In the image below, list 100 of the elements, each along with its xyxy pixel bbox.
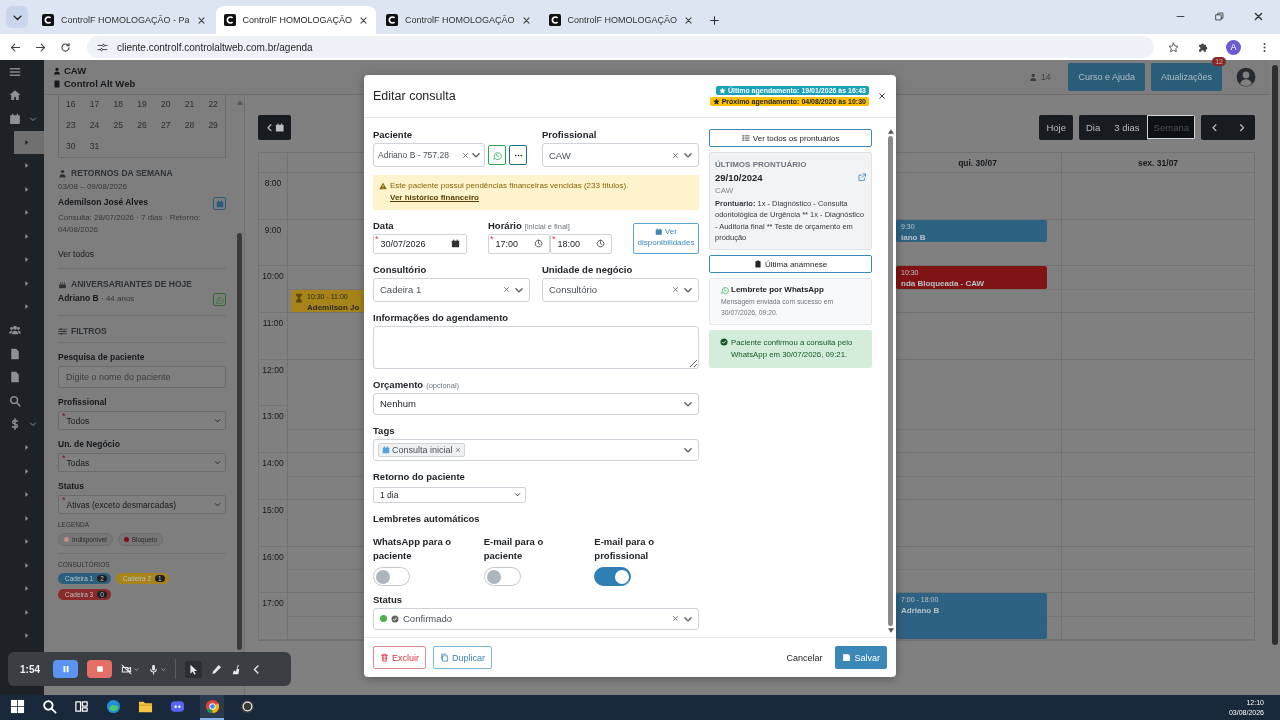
delete-button[interactable]: Excluir bbox=[373, 646, 426, 669]
calendar-day[interactable]: 17 bbox=[82, 99, 107, 109]
time-field[interactable]: * 18:00 bbox=[550, 233, 612, 254]
remove-icon[interactable] bbox=[454, 446, 461, 453]
select-field[interactable]: *Todos bbox=[58, 411, 226, 431]
select-field[interactable]: CAW bbox=[542, 143, 699, 167]
toggle-switch[interactable] bbox=[594, 566, 632, 586]
more-button[interactable] bbox=[509, 145, 527, 165]
view-button[interactable]: Dia bbox=[1079, 115, 1108, 140]
close-icon[interactable] bbox=[521, 15, 531, 25]
calendar-day[interactable]: 19 bbox=[130, 99, 154, 109]
site-settings-icon[interactable] bbox=[97, 41, 108, 53]
browser-tab[interactable]: ControlF HOMOLOGAÇÃO - Pa bbox=[34, 6, 214, 34]
select-field[interactable]: Adriano B - 757.28 bbox=[373, 143, 485, 167]
profile-avatar[interactable]: A bbox=[1226, 39, 1241, 55]
notes-field[interactable] bbox=[373, 325, 699, 369]
external-link-icon[interactable] bbox=[857, 173, 867, 182]
today-button[interactable]: Hoje bbox=[1039, 115, 1073, 140]
calendar-day[interactable]: 23 bbox=[59, 120, 83, 130]
previous-button[interactable] bbox=[1201, 115, 1228, 140]
restore-icon[interactable] bbox=[1214, 11, 1225, 22]
calendar-day[interactable]: 21 bbox=[177, 99, 202, 109]
close-icon[interactable] bbox=[196, 15, 206, 25]
select-field[interactable]: *Ativas (exceto desmarcadas) bbox=[58, 495, 226, 515]
microphone-icon[interactable] bbox=[148, 663, 159, 675]
new-tab-icon[interactable] bbox=[709, 15, 721, 26]
clear-icon[interactable] bbox=[672, 615, 679, 623]
browser-tab[interactable]: ControlF HOMOLOGAÇÃO bbox=[215, 6, 377, 34]
tags-field[interactable]: Consulta inicial bbox=[373, 438, 699, 461]
calendar-day[interactable]: 29 bbox=[201, 120, 225, 130]
calendar-day[interactable]: 27 bbox=[153, 120, 178, 130]
date-field[interactable]: * 30/07/2026 bbox=[373, 233, 467, 254]
broom-icon[interactable] bbox=[231, 663, 242, 675]
field-label: Horário bbox=[488, 219, 522, 231]
save-button[interactable]: Salvar bbox=[835, 646, 887, 669]
avatar-icon[interactable] bbox=[1236, 67, 1256, 87]
time-field[interactable]: * 17:00 bbox=[488, 233, 550, 254]
select-field[interactable]: Confirmado bbox=[373, 607, 699, 630]
back-icon[interactable] bbox=[10, 41, 21, 53]
sidebar-item[interactable] bbox=[14, 130, 44, 154]
calendar-day[interactable]: 22 bbox=[201, 99, 225, 109]
anamnesis-button[interactable]: Última anamnese bbox=[709, 255, 873, 273]
back-to-calendar-button[interactable] bbox=[258, 115, 291, 140]
search-field[interactable]: Digite o nome do paciente bbox=[58, 366, 226, 389]
bookmark-star-icon[interactable] bbox=[1168, 41, 1179, 53]
close-icon[interactable] bbox=[684, 15, 694, 25]
records-button[interactable]: Ver todos os prontuários bbox=[709, 129, 873, 147]
close-icon[interactable] bbox=[1253, 11, 1264, 22]
view-button[interactable]: 3 dias bbox=[1107, 115, 1147, 140]
pause-button[interactable] bbox=[53, 660, 78, 678]
tag-chip[interactable]: Consulta inicial bbox=[378, 442, 465, 457]
taskbar-app[interactable] bbox=[200, 695, 224, 720]
duplicate-button[interactable]: Duplicar bbox=[433, 646, 493, 669]
toggle-switch[interactable] bbox=[483, 566, 521, 586]
field-label: Un. de Negócio bbox=[58, 439, 121, 450]
calendar-day[interactable]: 24 bbox=[82, 120, 107, 130]
reload-icon[interactable] bbox=[60, 41, 71, 53]
caret-icon[interactable] bbox=[134, 666, 139, 672]
availability-button[interactable]: Ver disponibilidades bbox=[633, 222, 699, 254]
clear-icon[interactable] bbox=[503, 286, 510, 294]
browser-tab[interactable]: ControlF HOMOLOGAÇÃO bbox=[378, 6, 539, 34]
scrollbar[interactable] bbox=[885, 129, 896, 633]
clear-icon[interactable] bbox=[462, 151, 469, 159]
address-bar[interactable]: cliente.controlf.controlaltweb.com.br/agenda bbox=[87, 36, 1154, 58]
select-field[interactable]: 1 dia bbox=[373, 486, 526, 503]
camera-off-icon[interactable] bbox=[121, 663, 132, 675]
toggle-switch[interactable] bbox=[373, 566, 410, 586]
calendar-day[interactable]: 25 bbox=[106, 120, 131, 130]
stop-button[interactable] bbox=[87, 660, 112, 678]
select-field[interactable]: Consultório bbox=[542, 277, 699, 302]
financial-history-link[interactable]: Ver histórico financeiro bbox=[390, 193, 479, 203]
see-all-link[interactable]: Ver todos bbox=[58, 249, 226, 260]
next-button[interactable] bbox=[1228, 115, 1255, 140]
header-button[interactable]: Curso e Ajuda bbox=[1068, 63, 1145, 91]
calendar-day[interactable]: 20 bbox=[153, 99, 178, 109]
calendar-day[interactable]: 18 bbox=[106, 99, 131, 109]
calendar-day[interactable]: 30 bbox=[59, 141, 83, 151]
pen-icon[interactable] bbox=[211, 663, 222, 675]
calendar-day[interactable]: 16 bbox=[59, 99, 83, 109]
whatsapp-button[interactable] bbox=[488, 145, 506, 165]
scroll-down-icon[interactable] bbox=[887, 628, 894, 633]
select-field[interactable]: Cadeira 1 bbox=[373, 277, 530, 302]
calendar-day[interactable]: 28 bbox=[177, 120, 202, 130]
clear-icon[interactable] bbox=[672, 286, 679, 294]
close-icon[interactable] bbox=[359, 15, 369, 25]
select-field[interactable]: Nenhum bbox=[373, 392, 699, 415]
scroll-up-icon[interactable] bbox=[887, 129, 894, 134]
calendar-day[interactable]: 31 bbox=[82, 141, 107, 151]
calendar-day[interactable]: 26 bbox=[130, 120, 154, 130]
dialog-title: Editar consulta bbox=[373, 89, 456, 103]
browser-tab[interactable]: ControlF HOMOLOGAÇÃO bbox=[540, 6, 702, 34]
select-field[interactable]: *Todas bbox=[58, 453, 226, 473]
pointer-tool[interactable] bbox=[185, 660, 202, 678]
forward-icon[interactable] bbox=[35, 41, 46, 53]
caret-icon[interactable] bbox=[161, 666, 166, 672]
header-button[interactable]: Atualizações bbox=[1150, 63, 1222, 91]
clear-icon[interactable] bbox=[672, 151, 679, 159]
tab-search-button[interactable] bbox=[6, 6, 28, 28]
extensions-icon[interactable] bbox=[1197, 41, 1208, 53]
close-button[interactable] bbox=[878, 92, 886, 100]
